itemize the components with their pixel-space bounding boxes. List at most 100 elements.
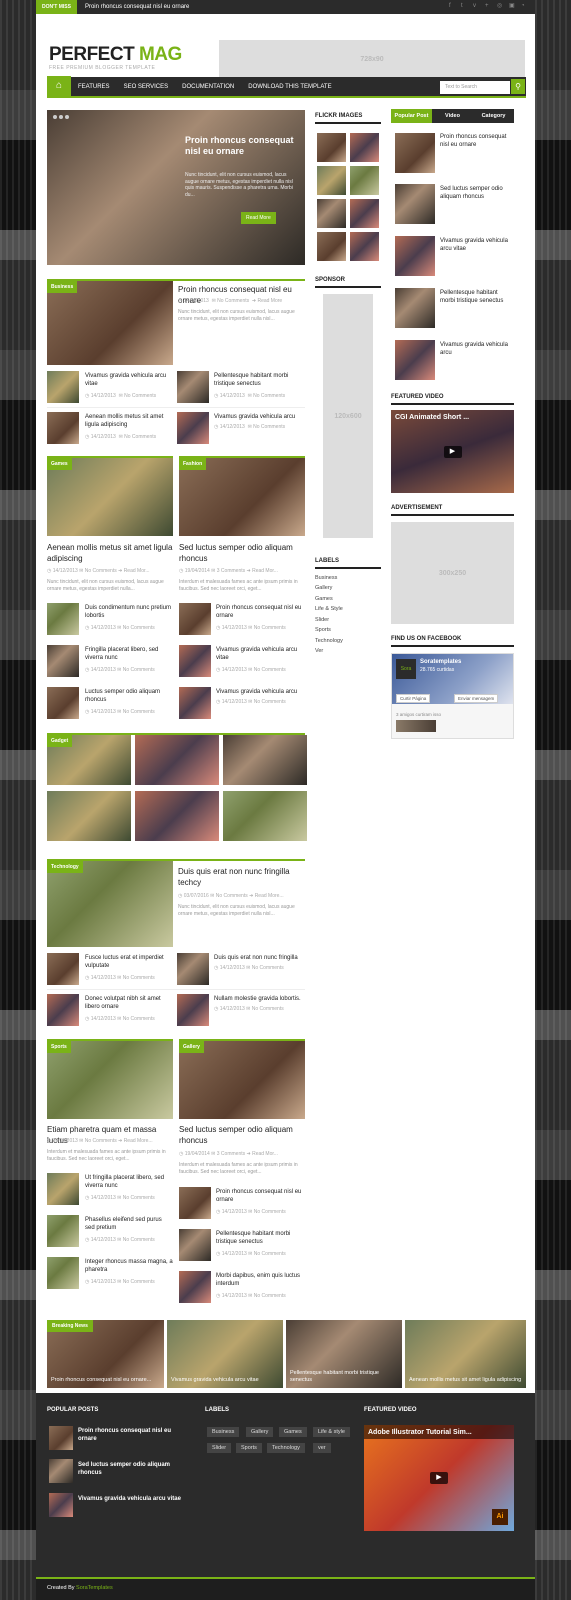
- flickr-image[interactable]: [317, 166, 346, 195]
- gallery-image[interactable]: [223, 735, 307, 785]
- footer-label[interactable]: Games: [279, 1427, 307, 1437]
- gallery-section-image[interactable]: Gallery: [179, 1041, 305, 1119]
- facebook-avatar[interactable]: Sora: [396, 659, 416, 679]
- thumb[interactable]: [177, 994, 209, 1026]
- thumb[interactable]: [179, 645, 211, 677]
- post-title[interactable]: Duis condimentum nunc pretium lobortis: [85, 604, 173, 620]
- label-link[interactable]: Slider: [315, 617, 329, 623]
- popular-thumb[interactable]: [395, 340, 435, 380]
- breaking-item[interactable]: Pellentesque habitant morbi tristique se…: [286, 1320, 402, 1388]
- thumb[interactable]: [177, 371, 209, 403]
- thumb[interactable]: [47, 953, 79, 985]
- popular-thumb[interactable]: [395, 184, 435, 224]
- popular-thumb[interactable]: [395, 133, 435, 173]
- breaking-item[interactable]: Vivamus gravida vehicula arcu vitae: [167, 1320, 283, 1388]
- post-title[interactable]: Duis quis erat non nunc fringilla: [214, 954, 304, 962]
- credit-link[interactable]: SoraTemplates: [76, 1585, 113, 1591]
- label-link[interactable]: Technology: [315, 638, 343, 644]
- slider-title[interactable]: Proin rhoncus consequat nisl eu ornare: [185, 135, 295, 157]
- nav-item-seo-services[interactable]: SEO SERVICES: [117, 84, 176, 90]
- thumb[interactable]: [179, 603, 211, 635]
- fashion-image[interactable]: Fashion: [179, 458, 305, 536]
- post-title[interactable]: Morbi dapibus, enim quis luctus interdum: [216, 1272, 306, 1288]
- popular-title[interactable]: Proin rhoncus consequat nisl eu ornare: [440, 133, 512, 149]
- sports-tag[interactable]: Sports: [47, 1041, 71, 1053]
- footer-video-player[interactable]: Adobe Illustrator Tutorial Sim... ▶ Ai: [364, 1425, 514, 1531]
- flickr-image[interactable]: [350, 232, 379, 261]
- post-title[interactable]: Aenean mollis metus sit amet ligula adip…: [85, 413, 171, 429]
- footer-label[interactable]: Business: [207, 1427, 240, 1437]
- plus-icon[interactable]: +: [485, 3, 491, 10]
- popular-title[interactable]: Pellentesque habitant morbi tristique se…: [440, 289, 512, 305]
- video-title[interactable]: CGI Animated Short ...: [395, 414, 469, 421]
- thumb[interactable]: [47, 371, 79, 403]
- gadget-tag[interactable]: Gadget: [47, 735, 73, 747]
- play-icon[interactable]: ▶: [443, 445, 462, 458]
- tab-popular-post[interactable]: Popular Post: [391, 109, 432, 123]
- featured-slider[interactable]: Proin rhoncus consequat nisl eu ornare N…: [47, 110, 305, 265]
- popular-title[interactable]: Vivamus gravida vehicula arcu: [440, 341, 512, 357]
- flickr-image[interactable]: [317, 199, 346, 228]
- fashion-tag[interactable]: Fashion: [179, 458, 207, 470]
- ticker-link[interactable]: Proin rhoncus consequat nisl eu ornare: [85, 4, 189, 10]
- post-title[interactable]: Pellentesque habitant morbi tristique se…: [214, 372, 304, 388]
- post-title[interactable]: Vivamus gravida vehicula arcu vitae: [216, 646, 306, 662]
- post-title[interactable]: Phasellus eleifend sed purus sed pretium: [85, 1216, 173, 1232]
- flickr-image[interactable]: [317, 232, 346, 261]
- thumb[interactable]: [47, 1257, 79, 1289]
- business-image[interactable]: Business: [47, 281, 173, 365]
- footer-label[interactable]: Technology: [267, 1443, 305, 1453]
- footer-thumb[interactable]: [49, 1426, 73, 1450]
- post-title[interactable]: Proin rhoncus consequat nisl eu ornare: [216, 1188, 306, 1204]
- thumb[interactable]: [179, 687, 211, 719]
- gallery-image[interactable]: [223, 791, 307, 841]
- footer-thumb[interactable]: [49, 1493, 73, 1517]
- breaking-item[interactable]: Aenean mollis metus sit amet ligula adip…: [405, 1320, 526, 1388]
- label-link[interactable]: Sports: [315, 627, 331, 633]
- thumb[interactable]: [179, 1271, 211, 1303]
- post-title[interactable]: Vivamus gravida vehicula arcu: [214, 413, 304, 421]
- sports-image[interactable]: Sports: [47, 1041, 173, 1119]
- gallery-image[interactable]: Gadget: [47, 735, 131, 785]
- facebook-friend-avatars[interactable]: [396, 720, 436, 732]
- instagram-icon[interactable]: ▣: [509, 3, 515, 10]
- post-title[interactable]: Fringilla placerat libero, sed viverra n…: [85, 646, 173, 662]
- flickr-image[interactable]: [350, 166, 379, 195]
- post-title[interactable]: Vivamus gravida vehicula arcu vitae: [85, 372, 171, 388]
- gallery-tag[interactable]: Gallery: [179, 1041, 204, 1053]
- fashion-title[interactable]: Sed luctus semper odio aliquam rhoncus: [179, 542, 305, 564]
- thumb[interactable]: [47, 645, 79, 677]
- popular-thumb[interactable]: [395, 288, 435, 328]
- post-title[interactable]: Pellentesque habitant morbi tristique se…: [216, 1230, 306, 1246]
- footer-label[interactable]: Slider: [207, 1443, 232, 1453]
- post-title[interactable]: Integer rhoncus massa magna, a pharetra: [85, 1258, 173, 1274]
- thumb[interactable]: [179, 1187, 211, 1219]
- footer-post-title[interactable]: Vivamus gravida vehicula arcu vitae: [78, 1495, 188, 1503]
- post-title[interactable]: Luctus semper odio aliquam rhoncus: [85, 688, 173, 704]
- label-link[interactable]: Business: [315, 575, 337, 581]
- facebook-icon[interactable]: f: [449, 3, 455, 10]
- gallery-image[interactable]: [135, 735, 219, 785]
- thumb[interactable]: [47, 994, 79, 1026]
- thumb[interactable]: [47, 603, 79, 635]
- footer-post-title[interactable]: Sed luctus semper odio aliquam rhoncus: [78, 1461, 188, 1477]
- site-logo[interactable]: PERFECT MAG: [49, 44, 182, 66]
- post-title[interactable]: Nullam molestie gravida lobortis.: [214, 995, 304, 1003]
- technology-title[interactable]: Duis quis erat non nunc fringilla techcy: [178, 866, 306, 888]
- footer-video-caption[interactable]: Adobe Illustrator Tutorial Sim...: [368, 1429, 472, 1436]
- twitter-icon[interactable]: t: [461, 3, 467, 10]
- thumb[interactable]: [47, 1215, 79, 1247]
- header-ad[interactable]: 728x90: [219, 40, 525, 78]
- nav-item-documentation[interactable]: DOCUMENTATION: [175, 84, 241, 90]
- post-title[interactable]: Donec volutpat nibh sit amet libero orna…: [85, 995, 173, 1011]
- vimeo-icon[interactable]: v: [473, 3, 479, 10]
- footer-label[interactable]: ver: [313, 1443, 331, 1453]
- footer-label[interactable]: Sports: [236, 1443, 262, 1453]
- label-link[interactable]: Games: [315, 596, 333, 602]
- tab-video[interactable]: Video: [432, 109, 473, 123]
- post-title[interactable]: Proin rhoncus consequat nisl eu ornare: [216, 604, 306, 620]
- gallery-title[interactable]: Sed luctus semper odio aliquam rhoncus: [179, 1124, 305, 1146]
- nav-item-download[interactable]: DOWNLOAD THIS TEMPLATE: [241, 84, 338, 90]
- facebook-like-button[interactable]: Curtir Página: [396, 694, 431, 703]
- slider-dots[interactable]: [53, 114, 71, 121]
